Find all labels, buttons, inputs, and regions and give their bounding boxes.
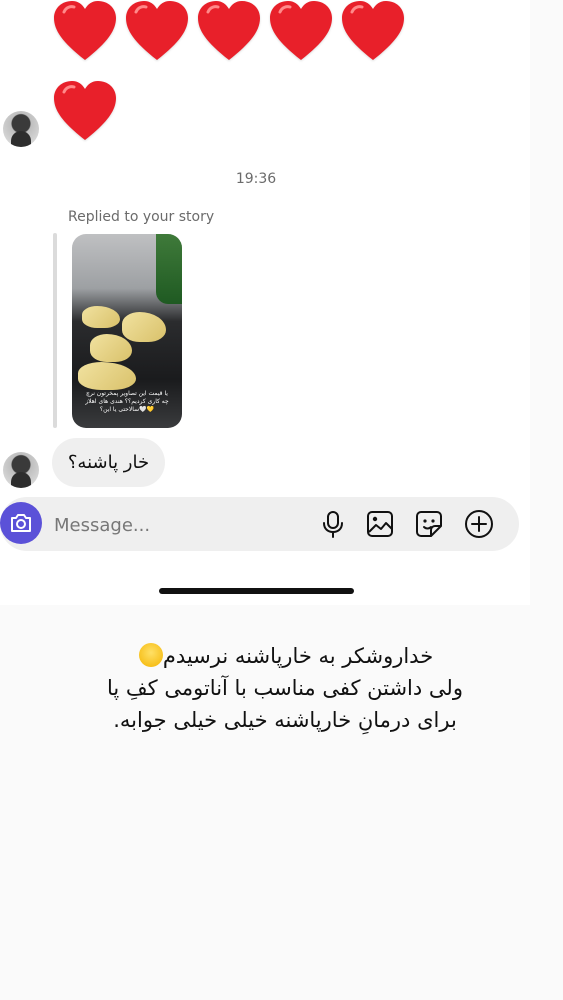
microphone-icon bbox=[323, 511, 343, 538]
chat-thread: 19:36 Replied to your story یا قیمت این … bbox=[0, 0, 530, 605]
story-caption: یا قیمت این تصاویر پمخرتون نرچ چه کاری ک… bbox=[85, 390, 169, 413]
sender-avatar[interactable] bbox=[3, 111, 39, 147]
incoming-message-bubble[interactable]: خار پاشنه؟ bbox=[52, 438, 165, 487]
heart-emoji bbox=[196, 0, 262, 64]
foot-model bbox=[122, 312, 166, 342]
heart-emoji bbox=[52, 0, 118, 64]
story-plant bbox=[156, 234, 182, 304]
message-composer bbox=[0, 497, 519, 551]
sticker-button[interactable] bbox=[414, 509, 444, 539]
message-input[interactable] bbox=[52, 511, 296, 539]
sweat-smile-emoji bbox=[138, 643, 163, 667]
foot-model bbox=[82, 306, 120, 328]
heart-emoji bbox=[268, 0, 334, 64]
hearts-row-1 bbox=[52, 0, 406, 64]
add-button[interactable] bbox=[464, 509, 494, 539]
foot-model bbox=[90, 334, 132, 362]
replied-to-story-label: Replied to your story bbox=[68, 209, 215, 225]
hearts-row-2 bbox=[52, 80, 118, 144]
heart-emoji bbox=[52, 80, 118, 144]
gallery-button[interactable] bbox=[365, 509, 395, 539]
add-icon bbox=[465, 510, 493, 538]
post-caption: خداروشکر به خارپاشنه نرسیدم ولی داشتن کف… bbox=[40, 640, 530, 736]
camera-button[interactable] bbox=[0, 502, 42, 544]
story-thumbnail[interactable]: یا قیمت این تصاویر پمخرتون نرچ چه کاری ک… bbox=[72, 234, 182, 428]
caption-line-3: برای درمانِ خارپاشنه خیلی خیلی جوابه. bbox=[113, 708, 457, 732]
heart-emoji bbox=[124, 0, 190, 64]
caption-line-1: خداروشکر به خارپاشنه نرسیدم bbox=[40, 640, 530, 672]
gallery-icon bbox=[367, 511, 393, 537]
heart-emoji bbox=[340, 0, 406, 64]
foot-model bbox=[78, 362, 136, 390]
message-timestamp: 19:36 bbox=[235, 171, 277, 187]
reply-indicator-bar bbox=[53, 233, 57, 428]
home-indicator bbox=[159, 588, 354, 594]
caption-line-2: ولی داشتن کفی مناسب با آناتومی کفِ پا bbox=[107, 676, 463, 700]
sticker-icon bbox=[416, 511, 442, 537]
camera-icon bbox=[11, 514, 31, 532]
sender-avatar[interactable] bbox=[3, 452, 39, 488]
voice-message-button[interactable] bbox=[318, 509, 348, 539]
